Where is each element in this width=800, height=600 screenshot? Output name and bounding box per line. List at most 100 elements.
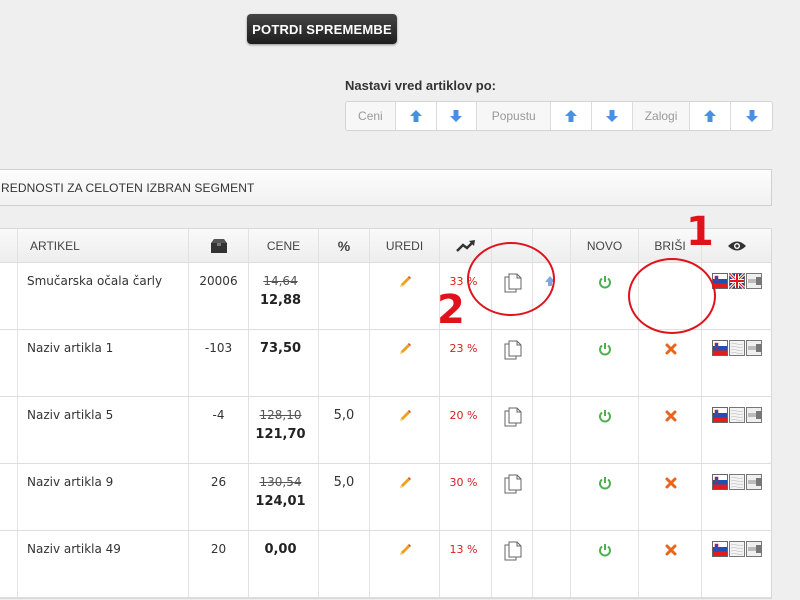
slovenian-flag-icon[interactable] [712,407,728,423]
copy-button[interactable] [492,464,533,530]
hidden-toggle-icon[interactable] [746,474,762,490]
copy-button[interactable] [492,531,533,597]
edit-button[interactable] [370,397,440,463]
extra-cell [533,531,571,597]
new-toggle[interactable] [571,464,639,530]
hidden-toggle-icon[interactable] [746,273,762,289]
discount-up-button[interactable] [551,102,592,130]
delete-icon [665,343,677,355]
segment-values-bar[interactable]: REDNOSTI ZA CELOTEN IZBRAN SEGMENT [0,169,772,206]
empty-language-icon[interactable] [729,474,745,490]
hidden-toggle-icon[interactable] [746,340,762,356]
arrow-down-icon [605,110,618,122]
copy-icon [504,541,522,561]
edit-button[interactable] [370,531,440,597]
copy-button[interactable] [492,397,533,463]
trend-cell: 20 % [440,397,492,463]
discount-down-button[interactable] [592,102,633,130]
stock-down-button[interactable] [731,102,772,130]
slovenian-flag-icon[interactable] [712,474,728,490]
edit-button[interactable] [370,330,440,396]
power-icon [599,276,611,289]
row-select[interactable] [0,397,18,463]
delete-button[interactable] [639,330,702,396]
old-price: 130,54 [259,475,302,489]
article-name[interactable]: Naziv artikla 1 [27,341,113,355]
language-flags [712,273,762,289]
copy-button[interactable] [492,330,533,396]
extra-cell [533,330,571,396]
confirm-changes-button[interactable]: POTRDI SPREMEMBE [247,14,397,44]
hidden-toggle-icon[interactable] [746,541,762,557]
sort-label-stock: Zalogi [632,102,691,130]
stock-value: -4 [212,408,225,422]
empty-language-icon[interactable] [729,541,745,557]
hidden-toggle-icon[interactable] [746,407,762,423]
article-cell: Naziv artikla 5 [18,397,189,463]
sort-label-price: Ceni [346,102,396,130]
article-name[interactable]: Naziv artikla 49 [27,542,121,556]
new-toggle[interactable] [571,330,639,396]
language-flags [712,340,762,356]
article-name[interactable]: Naziv artikla 9 [27,475,113,489]
stock-cell: -4 [189,397,249,463]
trend-cell: 23 % [440,330,492,396]
column-header-article[interactable]: ARTIKEL [18,229,189,262]
article-name[interactable]: Naziv artikla 5 [27,408,113,422]
column-header-new[interactable]: NOVO [571,229,639,262]
arrow-down-icon [450,110,463,122]
delete-icon [665,410,677,422]
stock-value: 20 [210,542,227,556]
visibility-cell [702,464,772,530]
row-select[interactable] [0,330,18,396]
table-row: Naziv artikla 1 -103 73,50 23 % [0,330,771,397]
trend-value: 30 % [449,476,478,489]
row-select[interactable] [0,464,18,530]
new-toggle[interactable] [571,397,639,463]
old-price: 128,10 [259,408,302,422]
column-header-price[interactable]: CENE [249,229,319,262]
new-toggle[interactable] [571,531,639,597]
percent-cell [319,263,370,329]
stock-cell: 26 [189,464,249,530]
row-select[interactable] [0,531,18,597]
arrow-up-icon [704,110,717,122]
price-cell: 130,54 124,01 [249,464,319,530]
empty-language-icon[interactable] [729,407,745,423]
stock-up-button[interactable] [690,102,732,130]
column-header-edit: UREDI [370,229,440,262]
stock-cell: -103 [189,330,249,396]
copy-icon [504,340,522,360]
extra-cell [533,464,571,530]
pencil-icon [400,343,411,354]
percent-cell [319,531,370,597]
annotation-number-2: 2 [437,287,465,333]
table-row: Naziv artikla 9 26 130,54 124,01 5,0 30 % [0,464,771,531]
price-down-button[interactable] [437,102,478,130]
trend-cell: 13 % [440,531,492,597]
set-value-label: Nastavi vred artiklov po: [345,78,496,93]
article-cell: Smučarska očala čarly [18,263,189,329]
column-header-percent[interactable]: % [319,229,370,262]
annotation-circle-copy [467,242,555,316]
uk-flag-icon[interactable] [729,273,745,289]
delete-button[interactable] [639,531,702,597]
language-flags [712,474,762,490]
trend-value: 20 % [449,409,478,422]
edit-button[interactable] [370,263,440,329]
percent-cell: 5,0 [319,397,370,463]
edit-button[interactable] [370,464,440,530]
price-up-button[interactable] [396,102,437,130]
slovenian-flag-icon[interactable] [712,541,728,557]
article-name[interactable]: Smučarska očala čarly [27,274,162,288]
row-select[interactable] [0,263,18,329]
slovenian-flag-icon[interactable] [712,340,728,356]
delete-button[interactable] [639,397,702,463]
empty-language-icon[interactable] [729,340,745,356]
delete-button[interactable] [639,464,702,530]
visibility-cell [702,531,772,597]
column-header-stock[interactable] [189,229,249,262]
pencil-icon [400,544,411,555]
new-price: 121,70 [255,427,306,442]
percent-value: 5,0 [333,408,355,423]
